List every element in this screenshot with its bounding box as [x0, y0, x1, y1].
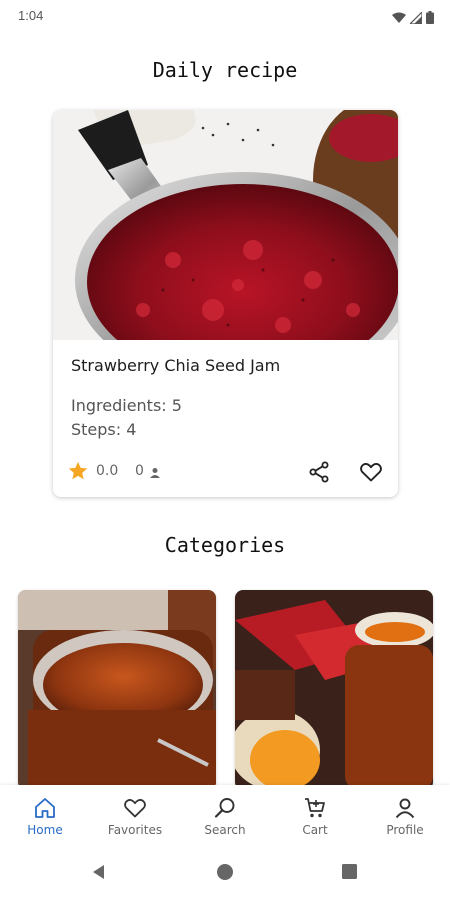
recipe-card-footer: 0.0 0	[67, 460, 387, 484]
nav-item-home[interactable]: Home	[0, 785, 90, 845]
heart-icon	[124, 799, 146, 818]
home-circle-icon[interactable]	[216, 863, 234, 885]
nav-label: Cart	[302, 823, 328, 837]
apple-butter-jar-image	[18, 590, 216, 790]
category-card[interactable]	[235, 590, 433, 790]
recipe-steps: Steps: 4	[71, 420, 137, 439]
person-icon	[149, 464, 161, 483]
nav-label: Profile	[386, 823, 424, 837]
recipe-name: Strawberry Chia Seed Jam	[71, 356, 281, 375]
daily-recipe-card[interactable]: Strawberry Chia Seed Jam Ingredients: 5 …	[53, 110, 398, 497]
recents-icon[interactable]	[341, 863, 358, 884]
cart-icon	[305, 798, 325, 818]
status-icons	[392, 9, 434, 28]
share-icon	[309, 461, 329, 483]
star-icon	[67, 460, 89, 486]
category-card[interactable]	[18, 590, 216, 790]
back-icon[interactable]	[90, 863, 108, 885]
bottom-navigation: Home Favorites Search Cart Profile	[0, 785, 450, 845]
nav-item-cart[interactable]: Cart	[270, 785, 360, 845]
signal-icon	[408, 9, 423, 28]
rating-count: 0	[135, 463, 144, 479]
daily-recipe-heading: Daily recipe	[152, 58, 298, 82]
status-bar: 1:04	[0, 0, 450, 32]
rating-value: 0.0	[96, 463, 119, 479]
share-button[interactable]	[307, 460, 331, 484]
recipe-image	[53, 110, 398, 340]
wifi-icon	[392, 9, 406, 28]
nav-item-search[interactable]: Search	[180, 785, 270, 845]
recipe-ingredients: Ingredients: 5	[71, 396, 182, 415]
nav-label: Search	[204, 823, 246, 837]
jam-jars-with-scones-image	[235, 590, 433, 790]
nav-item-profile[interactable]: Profile	[360, 785, 450, 845]
nav-label: Home	[27, 823, 63, 837]
nav-label: Favorites	[107, 823, 163, 837]
battery-icon	[426, 9, 434, 28]
heart-icon	[360, 462, 382, 482]
status-time: 1:04	[18, 8, 44, 23]
home-icon	[35, 798, 55, 818]
system-navigation-bar	[0, 845, 450, 900]
nav-item-favorites[interactable]: Favorites	[90, 785, 180, 845]
categories-heading: Categories	[164, 533, 286, 557]
search-icon	[214, 798, 235, 818]
favorite-button[interactable]	[359, 460, 383, 484]
profile-icon	[395, 798, 415, 819]
